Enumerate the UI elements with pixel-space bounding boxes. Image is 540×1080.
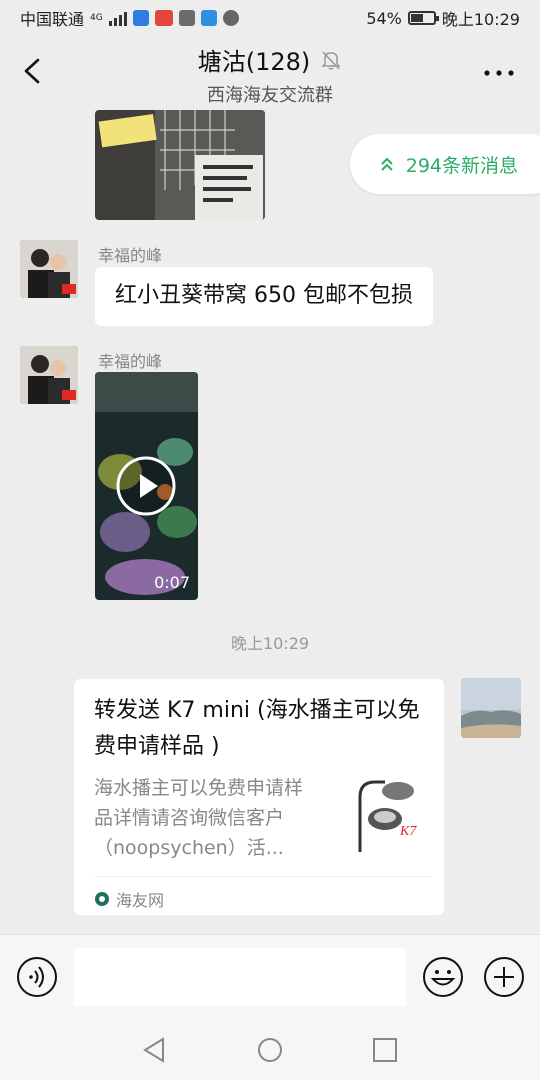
message-timestamp: 晚上10:29 bbox=[230, 634, 310, 653]
text-message[interactable]: 红小丑葵带窝 650 包邮不包损 bbox=[95, 267, 433, 326]
input-bar bbox=[0, 934, 540, 1020]
avatar[interactable] bbox=[20, 346, 78, 404]
more-icon[interactable] bbox=[482, 58, 516, 88]
card-title: 转发送 K7 mini (海水播主可以免费申请样品 ) bbox=[94, 698, 420, 759]
voice-icon[interactable] bbox=[16, 956, 58, 998]
chat-area[interactable]: 294条新消息 幸福的峰 红小丑葵带窝 650 包邮不包损 幸福的峰 0:07 … bbox=[0, 110, 540, 934]
network-type: 4G bbox=[90, 13, 103, 23]
signal-icon bbox=[108, 10, 127, 26]
image-message[interactable] bbox=[95, 110, 265, 220]
mail-app-icon bbox=[178, 10, 195, 26]
aquarium-photo bbox=[95, 110, 265, 220]
chat-header: 塘沽(128) 西海海友交流群 bbox=[0, 36, 540, 110]
emoji-icon[interactable] bbox=[422, 956, 464, 998]
play-icon[interactable] bbox=[116, 456, 176, 516]
battery-percent: 54% bbox=[366, 8, 402, 28]
new-messages-label: 294条新消息 bbox=[405, 154, 518, 177]
cloud-app-icon bbox=[200, 10, 217, 26]
system-navbar bbox=[0, 1020, 540, 1080]
double-chevron-up-icon bbox=[381, 157, 393, 171]
carrier-label: 中国联通 bbox=[20, 10, 85, 29]
card-source: 海友网 bbox=[94, 887, 164, 911]
nav-recent-icon[interactable] bbox=[371, 1036, 399, 1064]
sender-name: 幸福的峰 bbox=[98, 352, 163, 371]
clock: 晚上10:29 bbox=[441, 10, 520, 29]
card-description: 海水播主可以免费申请样品详情请咨询微信客户（noopsychen）活... bbox=[94, 777, 304, 859]
card-thumbnail: K7 bbox=[350, 777, 430, 857]
compass-app-icon bbox=[222, 10, 239, 26]
status-bar: 中国联通 4G 54% 晚上10:29 bbox=[0, 0, 540, 36]
source-logo-icon bbox=[95, 892, 109, 906]
new-messages-button[interactable]: 294条新消息 bbox=[349, 134, 540, 194]
card-brand-logo: K7 bbox=[399, 824, 417, 839]
shield-app-icon bbox=[132, 10, 149, 26]
mute-bell-icon bbox=[321, 50, 342, 70]
chat-subtitle: 西海海友交流群 bbox=[207, 85, 333, 106]
chat-title: 塘沽(128) bbox=[197, 48, 311, 76]
battery-icon bbox=[407, 11, 439, 25]
nav-back-icon[interactable] bbox=[141, 1036, 169, 1064]
plus-icon[interactable] bbox=[483, 956, 525, 998]
my-avatar[interactable] bbox=[461, 678, 521, 738]
sender-name: 幸福的峰 bbox=[98, 246, 163, 265]
message-input[interactable] bbox=[74, 948, 406, 1006]
avatar[interactable] bbox=[20, 240, 78, 298]
weibo-app-icon bbox=[154, 10, 173, 26]
shared-link-card[interactable]: 转发送 K7 mini (海水播主可以免费申请样品 ) 海水播主可以免费申请样品… bbox=[74, 679, 444, 915]
video-duration: 0:07 bbox=[154, 573, 190, 592]
card-source-name: 海友网 bbox=[116, 891, 165, 910]
card-divider bbox=[94, 876, 430, 877]
video-message[interactable]: 0:07 bbox=[95, 372, 198, 600]
nav-home-icon[interactable] bbox=[256, 1036, 284, 1064]
